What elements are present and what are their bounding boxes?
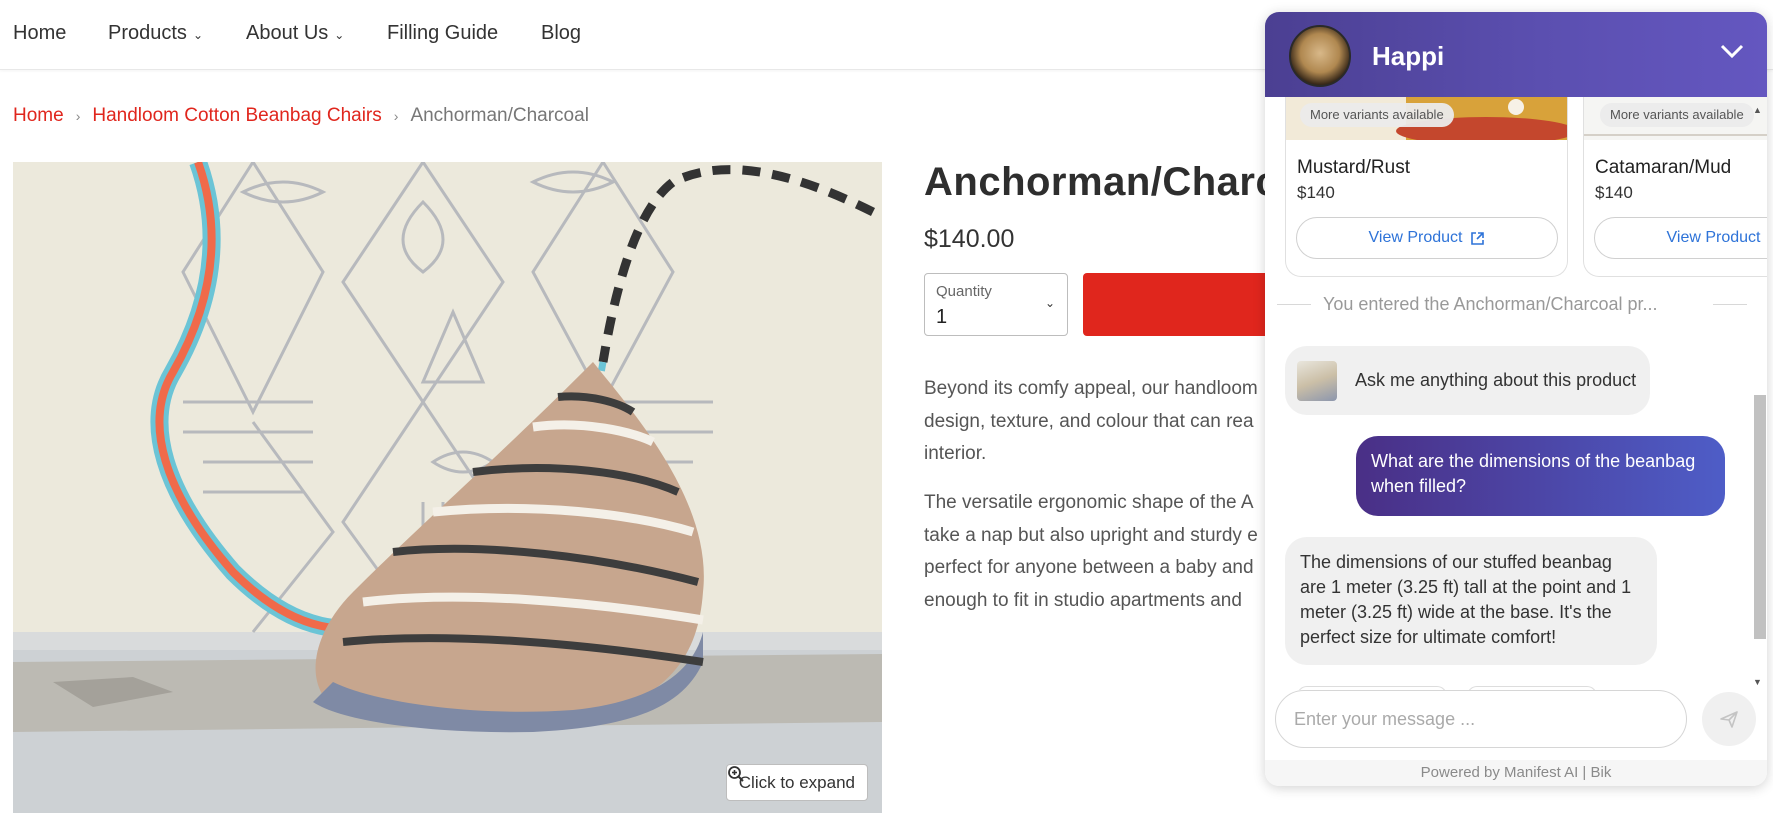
- bot-intro-message: Ask me anything about this product: [1285, 346, 1651, 415]
- add-to-cart-button[interactable]: [1083, 273, 1283, 336]
- chevron-right-icon: ›: [75, 108, 81, 124]
- product-card: More variants available Mustard/Rust $14…: [1285, 97, 1568, 277]
- product-description-1: Beyond its comfy appeal, our handloom de…: [924, 373, 1284, 471]
- scroll-up-icon[interactable]: ▲: [1753, 105, 1762, 115]
- scroll-down-icon[interactable]: ▼: [1753, 677, 1762, 687]
- context-note-text: You entered the Anchorman/Charcoal pr...: [1323, 294, 1658, 314]
- description-line: The versatile ergonomic shape of the A: [924, 492, 1254, 513]
- nav-filling-guide[interactable]: Filling Guide: [387, 22, 498, 45]
- user-message: What are the dimensions of the beanbag w…: [1356, 436, 1725, 516]
- nav-about-label: About Us: [246, 22, 329, 44]
- product-title: Anchorman/Charco: [924, 160, 1304, 204]
- breadcrumb: Home › Handloom Cotton Beanbag Chairs › …: [13, 105, 589, 127]
- chat-widget: Happi More variants available Mustard/Ru…: [1265, 12, 1767, 786]
- divider: [1277, 304, 1311, 305]
- view-product-label: View Product: [1368, 229, 1463, 246]
- breadcrumb-collection[interactable]: Handloom Cotton Beanbag Chairs: [92, 105, 381, 127]
- variants-badge: More variants available: [1600, 103, 1754, 127]
- view-product-label: View Product: [1666, 229, 1761, 246]
- nav-blog[interactable]: Blog: [541, 22, 581, 45]
- nav-filling-guide-label: Filling Guide: [387, 22, 499, 44]
- description-line: design, texture, and colour that can rea: [924, 410, 1254, 432]
- product-card-image: More variants available: [1286, 97, 1567, 140]
- chat-header: Happi: [1265, 12, 1767, 97]
- card-product-name: Catamaran/Mud: [1595, 157, 1732, 178]
- description-line: perfect for anyone between a baby and: [924, 557, 1254, 578]
- send-button[interactable]: [1702, 692, 1756, 746]
- card-product-price: $140: [1297, 183, 1335, 202]
- breadcrumb-home[interactable]: Home: [13, 105, 64, 127]
- description-line: enough to fit in studio apartments and: [924, 589, 1242, 611]
- variants-badge: More variants available: [1300, 103, 1454, 127]
- chat-agent-name: Happi: [1372, 41, 1445, 71]
- intro-message-text: Ask me anything about this product: [1355, 370, 1637, 390]
- description-line: Beyond its comfy appeal, our handloom: [924, 378, 1258, 399]
- send-icon: [1720, 711, 1738, 728]
- bot-message: The dimensions of our stuffed beanbag ar…: [1285, 537, 1657, 665]
- beanbag-photo: [13, 162, 882, 813]
- quantity-select[interactable]: Quantity 1 ⌄: [924, 273, 1068, 336]
- product-image[interactable]: Click to expand: [13, 162, 882, 813]
- card-product-price: $140: [1595, 183, 1633, 202]
- breadcrumb-current: Anchorman/Charcoal: [410, 105, 589, 126]
- view-product-button[interactable]: View Product: [1594, 217, 1767, 259]
- description-line: take a nap but also upright and sturdy e: [924, 524, 1258, 546]
- chat-scrollbar[interactable]: ▲ ▼: [1752, 105, 1766, 687]
- click-to-expand-button[interactable]: Click to expand: [725, 764, 868, 801]
- chat-footer: Powered by Manifest AI | Bik: [1265, 760, 1767, 786]
- avatar: [1289, 25, 1351, 87]
- chevron-down-icon: ⌄: [334, 27, 345, 42]
- product-card-image: More variants available: [1584, 97, 1767, 140]
- view-product-button[interactable]: View Product: [1296, 217, 1558, 259]
- nav-home-label: Home: [13, 22, 67, 44]
- product-price: $140.00: [924, 225, 1015, 253]
- nav-products[interactable]: Products ⌄: [108, 22, 203, 45]
- card-product-name: Mustard/Rust: [1297, 157, 1410, 178]
- product-card: More variants available Catamaran/Mud $1…: [1583, 97, 1767, 277]
- external-link-icon: [1471, 231, 1485, 245]
- message-input[interactable]: [1275, 690, 1687, 748]
- chevron-right-icon: ›: [393, 108, 399, 124]
- scrollbar-thumb[interactable]: [1754, 395, 1766, 639]
- context-note: You entered the Anchorman/Charcoal pr...: [1277, 294, 1747, 315]
- product-thumbnail: [1297, 360, 1337, 401]
- nav-home[interactable]: Home: [13, 22, 66, 45]
- nav-about-us[interactable]: About Us ⌄: [246, 22, 344, 45]
- nav-blog-label: Blog: [541, 22, 582, 44]
- expand-label: Click to expand: [738, 772, 855, 792]
- chat-messages[interactable]: More variants available Mustard/Rust $14…: [1265, 97, 1767, 690]
- chevron-down-icon: ⌄: [192, 27, 203, 42]
- chat-input-row: [1265, 690, 1767, 760]
- divider: [1713, 304, 1747, 305]
- nav-products-label: Products: [108, 22, 187, 44]
- chevron-down-icon: ⌄: [1044, 296, 1055, 310]
- chevron-down-icon[interactable]: [1719, 38, 1745, 64]
- product-description-2: The versatile ergonomic shape of the A t…: [924, 487, 1284, 617]
- description-line: interior.: [924, 443, 987, 464]
- quantity-label: Quantity: [936, 283, 992, 300]
- zoom-in-icon: [727, 766, 744, 782]
- quantity-value: 1: [936, 306, 948, 328]
